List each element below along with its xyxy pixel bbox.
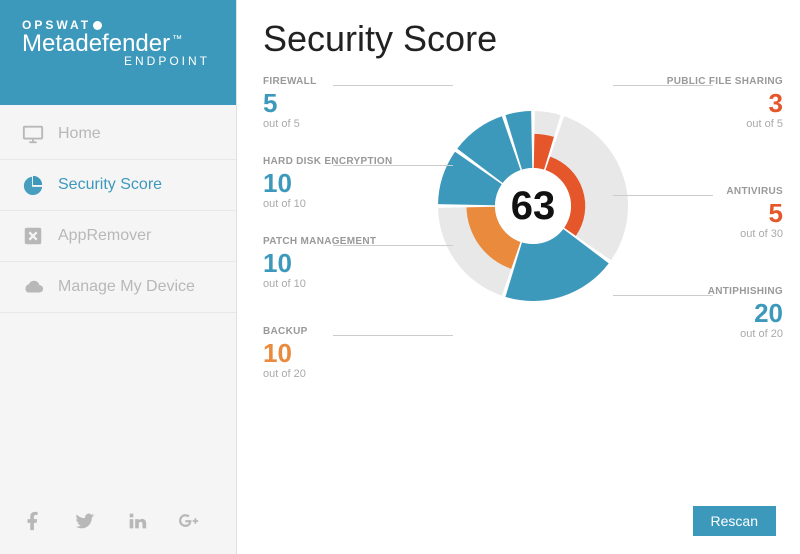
metric-score: 10 (263, 169, 403, 198)
sidebar-item-home[interactable]: Home (0, 109, 236, 160)
metric-max: out of 30 (643, 228, 783, 240)
metric-max: out of 10 (263, 278, 403, 290)
googleplus-icon[interactable] (178, 510, 200, 532)
metric-max: out of 20 (643, 328, 783, 340)
metric-max: out of 5 (263, 118, 403, 130)
main: Security Score 63 FIREWALL5out of 5HARD … (237, 0, 800, 554)
metric-score: 3 (643, 89, 783, 118)
metric-max: out of 20 (263, 368, 403, 380)
metric-score: 5 (263, 89, 403, 118)
sidebar-item-label: Manage My Device (58, 278, 195, 296)
sidebar-item-appremover[interactable]: AppRemover (0, 211, 236, 262)
metric-max: out of 10 (263, 198, 403, 210)
linkedin-icon[interactable] (126, 510, 148, 532)
pie-chart-icon (22, 174, 44, 196)
center-score: 63 (433, 106, 633, 306)
metric-score: 10 (263, 249, 403, 278)
sidebar-item-security-score[interactable]: Security Score (0, 160, 236, 211)
page-title: Security Score (263, 18, 774, 60)
brand-line2: Metadefender (22, 30, 170, 57)
rescan-button[interactable]: Rescan (693, 506, 776, 536)
monitor-icon (22, 123, 44, 145)
security-score-chart: 63 FIREWALL5out of 5HARD DISK ENCRYPTION… (263, 66, 774, 466)
social-bar (0, 492, 236, 554)
brand-logo: OPSWAT Metadefender™ ENDPOINT (0, 0, 236, 105)
metric-score: 5 (643, 199, 783, 228)
remove-icon (22, 225, 44, 247)
sidebar: OPSWAT Metadefender™ ENDPOINT Home Secur… (0, 0, 237, 554)
sidebar-item-label: AppRemover (58, 227, 151, 245)
nav: Home Security Score AppRemover Manage My… (0, 105, 236, 492)
sidebar-item-manage-device[interactable]: Manage My Device (0, 262, 236, 313)
metric-score: 20 (643, 299, 783, 328)
twitter-icon[interactable] (74, 510, 96, 532)
metric-max: out of 5 (643, 118, 783, 130)
cloud-icon (22, 276, 44, 298)
sidebar-item-label: Home (58, 125, 101, 143)
metric-score: 10 (263, 339, 403, 368)
sidebar-item-label: Security Score (58, 176, 162, 194)
donut-chart: 63 (433, 106, 633, 306)
facebook-icon[interactable] (22, 510, 44, 532)
